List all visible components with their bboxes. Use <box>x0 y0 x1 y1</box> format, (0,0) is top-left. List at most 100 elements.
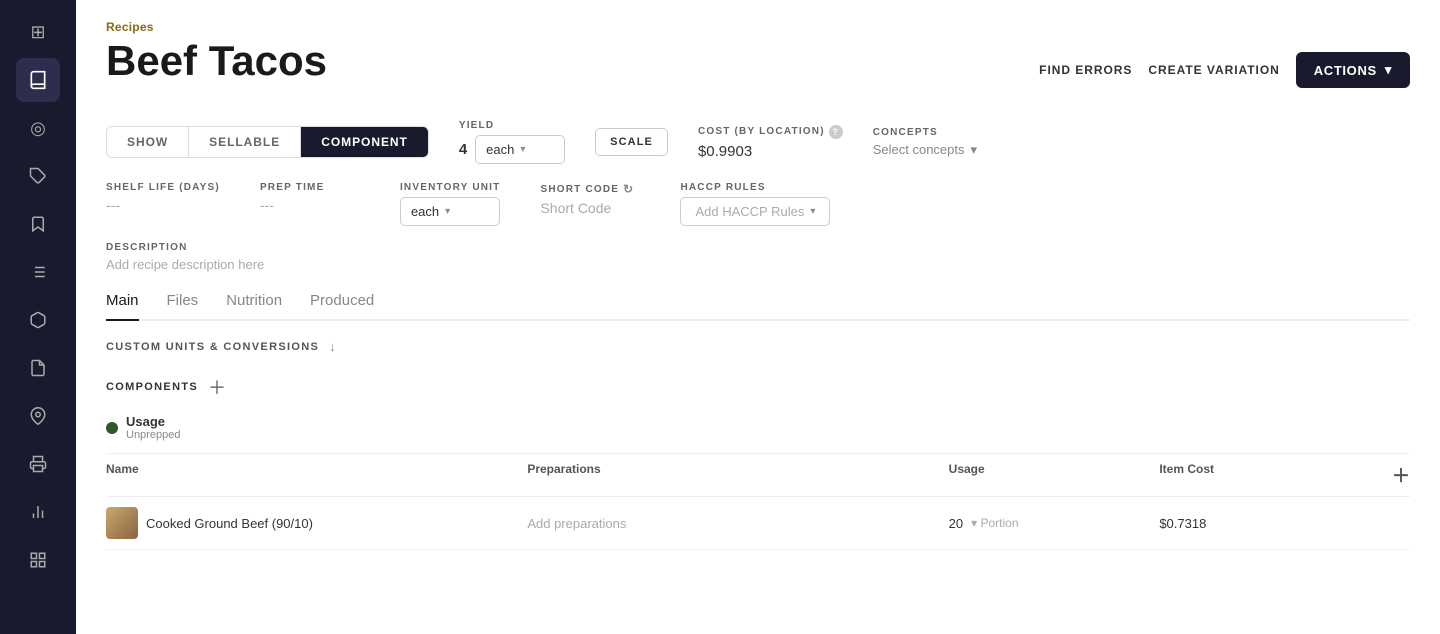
row-usage-unit: ▾ Portion <box>971 516 1018 530</box>
custom-units-chevron-icon[interactable]: ↓ <box>329 339 336 354</box>
sidebar-item-compass[interactable]: ◎ <box>16 106 60 150</box>
printer-icon <box>29 455 47 473</box>
short-code-value[interactable]: Short Code <box>540 200 640 216</box>
book-icon <box>28 70 48 90</box>
row-item-name[interactable]: Cooked Ground Beef (90/10) <box>146 516 313 531</box>
tab-main[interactable]: Main <box>106 292 139 321</box>
components-table: Name Preparations Usage Item Cost ＋ Cook… <box>106 453 1410 550</box>
row-name-cell: Cooked Ground Beef (90/10) <box>106 507 527 539</box>
short-code-field: SHORT CODE ↻ Short Code <box>540 182 640 216</box>
shelf-life-value[interactable]: --- <box>106 197 220 213</box>
main-content: Recipes Beef Tacos FIND ERRORS CREATE VA… <box>76 0 1440 634</box>
scale-button[interactable]: SCALE <box>595 128 668 156</box>
sidebar-item-list[interactable] <box>16 250 60 294</box>
sidebar-item-grid[interactable] <box>16 538 60 582</box>
list-icon <box>29 263 47 281</box>
content-tabs: Main Files Nutrition Produced <box>106 292 1410 321</box>
shelf-life-field: SHELF LIFE (DAYS) --- <box>106 182 220 213</box>
haccp-rules-label: HACCP RULES <box>680 182 830 193</box>
concepts-select[interactable]: Select concepts ▾ <box>873 142 977 158</box>
prep-time-value[interactable]: --- <box>260 197 360 213</box>
create-variation-button[interactable]: CREATE VARIATION <box>1148 63 1279 77</box>
header-preparations: Preparations <box>527 462 948 488</box>
table-header-row: Name Preparations Usage Item Cost ＋ <box>106 454 1410 497</box>
page-title: Beef Tacos <box>106 38 327 84</box>
usage-sublabel: Unprepped <box>126 429 180 441</box>
usage-toggle-row: Usage Unprepped <box>106 414 1410 441</box>
prep-time-label: PREP TIME <box>260 182 360 193</box>
row-usage-cell: 20 ▾ Portion <box>949 516 1160 531</box>
prep-time-field: PREP TIME --- <box>260 182 360 213</box>
inventory-unit-field: INVENTORY UNIT each ▾ <box>400 182 501 226</box>
concepts-chevron-icon: ▾ <box>971 142 978 158</box>
yield-unit-select[interactable]: each ▾ <box>475 135 565 164</box>
component-toggle-button[interactable]: COMPONENT <box>300 127 428 157</box>
tab-nutrition[interactable]: Nutrition <box>226 292 282 321</box>
sidebar-item-dashboard[interactable]: ⊞ <box>16 10 60 54</box>
components-title: COMPONENTS <box>106 381 198 393</box>
tab-produced[interactable]: Produced <box>310 292 374 321</box>
sidebar: ⊞ ◎ <box>0 0 76 634</box>
components-section: COMPONENTS ＋ Usage Unprepped Name Prepar… <box>106 374 1410 550</box>
header-name: Name <box>106 462 527 488</box>
yield-unit-chevron: ▾ <box>520 144 525 155</box>
header-item-cost: Item Cost <box>1159 462 1370 488</box>
tag-icon <box>29 167 47 185</box>
bar-chart-icon <box>29 503 47 521</box>
yield-field: YIELD 4 each ▾ <box>459 120 565 164</box>
item-thumbnail <box>106 507 138 539</box>
breadcrumb[interactable]: Recipes <box>106 20 1410 34</box>
short-code-refresh-icon[interactable]: ↻ <box>623 182 634 196</box>
table-row: Cooked Ground Beef (90/10) Add preparati… <box>106 497 1410 550</box>
top-actions: FIND ERRORS CREATE VARIATION ACTIONS ▾ <box>1039 52 1410 88</box>
sidebar-item-doc[interactable] <box>16 346 60 390</box>
row-preparations-cell[interactable]: Add preparations <box>527 516 948 531</box>
custom-units-section: CUSTOM UNITS & CONVERSIONS ↓ <box>106 339 1410 354</box>
haccp-rules-chevron-icon: ▾ <box>810 206 815 217</box>
show-toggle-button[interactable]: SHOW <box>107 127 188 157</box>
file-icon <box>29 359 47 377</box>
bookmark-icon <box>29 215 47 233</box>
haccp-rules-field: HACCP RULES Add HACCP Rules ▾ <box>680 182 830 226</box>
description-label: DESCRIPTION <box>106 242 1410 253</box>
usage-label[interactable]: Usage <box>126 414 180 429</box>
cost-info-icon[interactable]: ? <box>829 125 843 139</box>
custom-units-title: CUSTOM UNITS & CONVERSIONS <box>106 341 319 353</box>
sidebar-item-tags[interactable] <box>16 154 60 198</box>
find-errors-button[interactable]: FIND ERRORS <box>1039 63 1132 77</box>
description-input[interactable]: Add recipe description here <box>106 257 1410 272</box>
actions-button[interactable]: ACTIONS ▾ <box>1296 52 1410 88</box>
cost-field: COST (BY LOCATION) ? $0.9903 <box>698 125 843 160</box>
tab-files[interactable]: Files <box>167 292 199 321</box>
sellable-toggle-button[interactable]: SELLABLE <box>188 127 300 157</box>
concepts-field-group: CONCEPTS Select concepts ▾ <box>873 127 977 158</box>
concepts-label: CONCEPTS <box>873 127 977 138</box>
inventory-unit-chevron-icon: ▾ <box>445 206 450 217</box>
yield-value[interactable]: 4 <box>459 141 467 158</box>
components-header: COMPONENTS ＋ <box>106 374 1410 400</box>
chevron-down-icon: ▾ <box>1385 62 1392 78</box>
grid-icon <box>29 551 47 569</box>
sidebar-item-location[interactable] <box>16 394 60 438</box>
sidebar-item-labels[interactable] <box>16 202 60 246</box>
description-section: DESCRIPTION Add recipe description here <box>106 242 1410 272</box>
header-usage: Usage <box>949 462 1160 488</box>
inventory-unit-label: INVENTORY UNIT <box>400 182 501 193</box>
yield-label: YIELD <box>459 120 565 131</box>
header-add[interactable]: ＋ <box>1370 462 1410 488</box>
cost-value: $0.9903 <box>698 143 843 160</box>
sidebar-item-print[interactable] <box>16 442 60 486</box>
box-icon <box>29 311 47 329</box>
sidebar-item-analytics[interactable] <box>16 490 60 534</box>
usage-dot-indicator <box>106 422 118 434</box>
map-pin-icon <box>29 407 47 425</box>
haccp-rules-select[interactable]: Add HACCP Rules ▾ <box>680 197 830 226</box>
recipe-type-toggle: SHOW SELLABLE COMPONENT <box>106 126 429 158</box>
row-cost-cell: $0.7318 <box>1159 516 1370 531</box>
cost-label: COST (BY LOCATION) ? <box>698 125 843 139</box>
sidebar-item-recipes[interactable] <box>16 58 60 102</box>
sidebar-item-box[interactable] <box>16 298 60 342</box>
add-component-button[interactable]: ＋ <box>208 374 226 400</box>
short-code-label: SHORT CODE ↻ <box>540 182 640 196</box>
inventory-unit-select[interactable]: each ▾ <box>400 197 501 226</box>
